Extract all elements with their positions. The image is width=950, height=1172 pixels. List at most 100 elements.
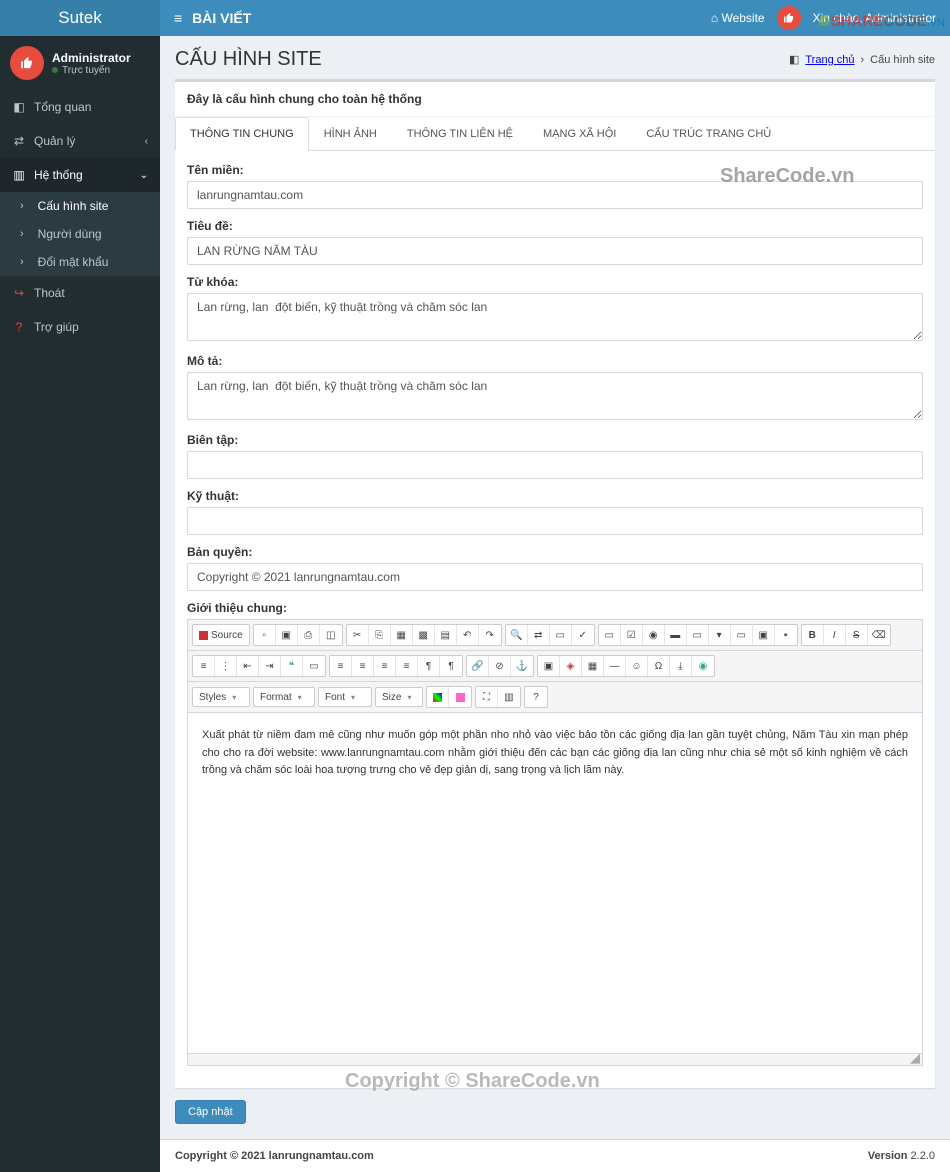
align-justify-icon[interactable]: ≡: [396, 656, 418, 676]
sub-users[interactable]: Người dùng: [0, 220, 160, 248]
about-icon[interactable]: ?: [525, 687, 547, 707]
table-icon[interactable]: ▦: [582, 656, 604, 676]
new-page-icon[interactable]: ▫: [254, 625, 276, 645]
paste-word-icon[interactable]: ▤: [435, 625, 457, 645]
nav-manage[interactable]: ⇄Quản lý‹: [0, 124, 160, 158]
source-button[interactable]: Source: [193, 625, 249, 645]
cut-icon[interactable]: ✂: [347, 625, 369, 645]
topbar-avatar[interactable]: [777, 6, 801, 30]
maximize-icon[interactable]: ⛶: [476, 687, 498, 707]
sub-password[interactable]: Đổi mật khẩu: [0, 248, 160, 276]
undo-icon[interactable]: ↶: [457, 625, 479, 645]
textfield-icon[interactable]: ▬: [665, 625, 687, 645]
select-all-icon[interactable]: ▭: [550, 625, 572, 645]
rtl-icon[interactable]: ¶: [440, 656, 462, 676]
replace-icon[interactable]: ⇄: [528, 625, 550, 645]
page-break-icon[interactable]: ⤓: [670, 656, 692, 676]
bold-icon[interactable]: B: [802, 625, 824, 645]
submit-button[interactable]: Cập nhật: [175, 1100, 246, 1124]
crumb-home[interactable]: Trang chủ: [805, 54, 854, 66]
iframe-icon[interactable]: ◉: [692, 656, 714, 676]
brand-logo[interactable]: Sutek: [0, 0, 160, 36]
tab-contact[interactable]: THÔNG TIN LIÊN HỆ: [392, 117, 528, 151]
smiley-icon[interactable]: ☺: [626, 656, 648, 676]
home-icon: ⌂: [711, 11, 718, 25]
paste-icon[interactable]: ▦: [391, 625, 413, 645]
text-color-icon[interactable]: [427, 687, 449, 707]
hidden-field-icon[interactable]: ▪: [775, 625, 797, 645]
flash-icon[interactable]: ◈: [560, 656, 582, 676]
footer: Copyright © 2021 lanrungnamtau.com Versi…: [160, 1139, 950, 1172]
website-link[interactable]: ⌂ Website: [711, 11, 765, 25]
bullet-list-icon[interactable]: ⋮: [215, 656, 237, 676]
strike-icon[interactable]: S: [846, 625, 868, 645]
find-icon[interactable]: 🔍: [506, 625, 528, 645]
special-char-icon[interactable]: Ω: [648, 656, 670, 676]
thumbs-up-icon: [20, 56, 34, 70]
image-button-icon[interactable]: ▣: [753, 625, 775, 645]
user-status: Trực tuyến: [52, 65, 131, 76]
div-icon[interactable]: ▭: [303, 656, 325, 676]
chevron-left-icon: ‹: [145, 136, 148, 147]
select-icon[interactable]: ▾: [709, 625, 731, 645]
keywords-input[interactable]: Lan rừng, lan đột biến, kỹ thuật trồng v…: [187, 293, 923, 341]
align-right-icon[interactable]: ≡: [374, 656, 396, 676]
unlink-icon[interactable]: ⊘: [489, 656, 511, 676]
align-center-icon[interactable]: ≡: [352, 656, 374, 676]
desc-input[interactable]: Lan rừng, lan đột biến, kỹ thuật trồng v…: [187, 372, 923, 420]
nav-overview[interactable]: ◧Tổng quan: [0, 90, 160, 124]
redo-icon[interactable]: ↷: [479, 625, 501, 645]
hr-icon[interactable]: —: [604, 656, 626, 676]
domain-input[interactable]: [187, 181, 923, 209]
spell-check-icon[interactable]: ✓: [572, 625, 594, 645]
sub-site-config[interactable]: Cấu hình site: [0, 192, 160, 220]
italic-icon[interactable]: I: [824, 625, 846, 645]
nav-help[interactable]: ?Trợ giúp: [0, 310, 160, 344]
outdent-icon[interactable]: ⇤: [237, 656, 259, 676]
menu-toggle-icon[interactable]: ≡: [174, 10, 182, 26]
source-icon: [199, 631, 208, 640]
config-box: Đây là cấu hình chung cho toàn hệ thống …: [175, 79, 935, 1088]
tech-input[interactable]: [187, 507, 923, 535]
form-icon[interactable]: ▭: [599, 625, 621, 645]
editor-body[interactable]: Xuất phát từ niềm đam mê cũng như muốn g…: [188, 713, 922, 1053]
footer-copyright: Copyright © 2021 lanrungnamtau.com: [175, 1150, 374, 1162]
link-icon[interactable]: 🔗: [467, 656, 489, 676]
copy-icon[interactable]: ⎘: [369, 625, 391, 645]
image-icon[interactable]: ▣: [538, 656, 560, 676]
ltr-icon[interactable]: ¶: [418, 656, 440, 676]
dashboard-icon: ◧: [12, 100, 26, 114]
checkbox-icon[interactable]: ☑: [621, 625, 643, 645]
show-blocks-icon[interactable]: ▥: [498, 687, 520, 707]
print-icon[interactable]: ⎙: [298, 625, 320, 645]
align-left-icon[interactable]: ≡: [330, 656, 352, 676]
tab-homepage[interactable]: CẤU TRÚC TRANG CHỦ: [631, 117, 786, 151]
editor-label: Biên tập:: [187, 433, 923, 447]
save-icon[interactable]: ▣: [276, 625, 298, 645]
remove-format-icon[interactable]: ⌫: [868, 625, 890, 645]
format-select[interactable]: Format: [253, 687, 315, 707]
radio-icon[interactable]: ◉: [643, 625, 665, 645]
paste-text-icon[interactable]: ▩: [413, 625, 435, 645]
blockquote-icon[interactable]: ❝: [281, 656, 303, 676]
nav-system[interactable]: ▥Hệ thống⌄: [0, 158, 160, 192]
font-select[interactable]: Font: [318, 687, 372, 707]
title-input[interactable]: [187, 237, 923, 265]
textarea-icon[interactable]: ▭: [687, 625, 709, 645]
preview-icon[interactable]: ◫: [320, 625, 342, 645]
editor-input[interactable]: [187, 451, 923, 479]
tab-social[interactable]: MẠNG XÃ HỘI: [528, 117, 631, 151]
copyright-input[interactable]: [187, 563, 923, 591]
button-icon[interactable]: ▭: [731, 625, 753, 645]
nav-logout[interactable]: ↪Thoát: [0, 276, 160, 310]
bg-color-icon[interactable]: [449, 687, 471, 707]
styles-select[interactable]: Styles: [192, 687, 250, 707]
tab-images[interactable]: HÌNH ẢNH: [309, 117, 392, 151]
tab-general[interactable]: THÔNG TIN CHUNG: [175, 117, 309, 151]
indent-icon[interactable]: ⇥: [259, 656, 281, 676]
size-select[interactable]: Size: [375, 687, 423, 707]
greeting[interactable]: Xin chào, Administrator: [813, 11, 936, 25]
numbered-list-icon[interactable]: ≡: [193, 656, 215, 676]
resize-grip[interactable]: ◢: [188, 1053, 922, 1065]
anchor-icon[interactable]: ⚓: [511, 656, 533, 676]
